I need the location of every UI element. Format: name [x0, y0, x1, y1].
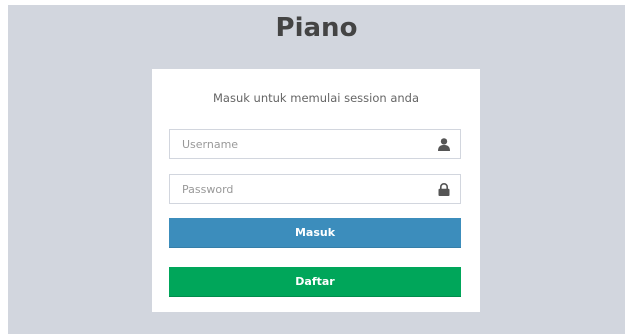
app-logo: Piano [275, 13, 358, 43]
login-page: Piano Masuk untuk memulai session anda M… [8, 5, 625, 334]
masuk-button[interactable]: Masuk [169, 218, 461, 248]
login-box: Masuk untuk memulai session anda Masuk D… [152, 69, 480, 312]
username-input[interactable] [170, 130, 425, 158]
login-box-message: Masuk untuk memulai session anda [212, 91, 420, 105]
username-field-group [169, 129, 461, 159]
user-icon [438, 138, 450, 151]
lock-icon [438, 183, 450, 196]
password-field-group [169, 174, 461, 204]
daftar-button[interactable]: Daftar [169, 267, 461, 297]
password-input[interactable] [170, 175, 425, 203]
